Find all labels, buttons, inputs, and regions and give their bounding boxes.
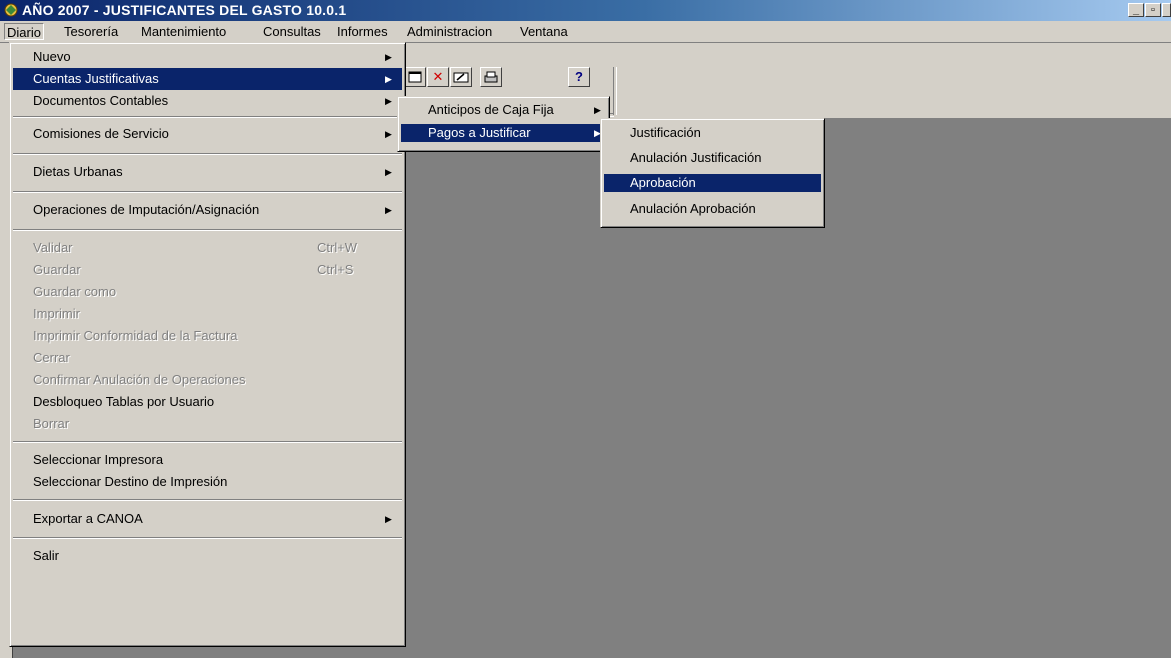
menu-item-label: Dietas Urbanas bbox=[33, 164, 123, 179]
menu-item-operaciones-imputacion[interactable]: Operaciones de Imputación/Asignación ▶ bbox=[13, 199, 402, 221]
submenu-arrow-icon: ▶ bbox=[385, 74, 392, 84]
menu-item-label: Comisiones de Servicio bbox=[33, 126, 169, 141]
window-tool-button[interactable] bbox=[404, 67, 426, 87]
menu-item-anulacion-aprobacion[interactable]: Anulación Aprobación bbox=[604, 200, 821, 218]
window-title: AÑO 2007 - JUSTIFICANTES DEL GASTO 10.0.… bbox=[22, 2, 347, 18]
menu-item-confirmar-anulacion[interactable]: Confirmar Anulación de Operaciones bbox=[13, 369, 402, 391]
menu-bar: Diario Tesorería Mantenimiento Consultas… bbox=[0, 21, 1171, 43]
menu-tesoreria[interactable]: Tesorería bbox=[62, 23, 120, 40]
print-tool-button[interactable] bbox=[480, 67, 502, 87]
menu-item-label: Guardar como bbox=[33, 284, 117, 299]
menu-item-pagos-a-justificar[interactable]: Pagos a Justificar ▶ bbox=[401, 124, 606, 142]
menu-item-label: Salir bbox=[33, 548, 60, 563]
menu-item-justificacion[interactable]: Justificación bbox=[604, 124, 821, 142]
menu-ventana[interactable]: Ventana bbox=[518, 23, 570, 40]
delete-tool-button[interactable]: ✕ bbox=[427, 67, 449, 87]
menu-item-label: Documentos Contables bbox=[33, 93, 169, 108]
menu-item-salir[interactable]: Salir bbox=[13, 545, 402, 567]
menu-item-guardar-como[interactable]: Guardar como bbox=[13, 281, 402, 303]
menu-item-nuevo[interactable]: Nuevo ▶ bbox=[13, 46, 402, 68]
menu-item-aprobacion[interactable]: Aprobación bbox=[604, 174, 821, 192]
menu-item-comisiones-de-servicio[interactable]: Comisiones de Servicio ▶ bbox=[13, 123, 402, 145]
menu-item-exportar-canoa[interactable]: Exportar a CANOA ▶ bbox=[13, 508, 402, 530]
menu-item-label: Imprimir bbox=[33, 306, 80, 321]
menu-item-label: Aprobación bbox=[630, 175, 696, 190]
menu-item-imprimir[interactable]: Imprimir bbox=[13, 303, 402, 325]
menu-item-label: Borrar bbox=[33, 416, 70, 431]
diario-menu: Nuevo ▶ Cuentas Justificativas ▶ Documen… bbox=[9, 42, 406, 647]
menu-separator bbox=[13, 499, 402, 501]
menu-diario[interactable]: Diario bbox=[4, 23, 44, 40]
edit-icon bbox=[453, 72, 469, 83]
menu-item-cerrar[interactable]: Cerrar bbox=[13, 347, 402, 369]
printer-icon bbox=[484, 71, 498, 83]
menu-item-label: Seleccionar Impresora bbox=[33, 452, 164, 467]
menu-item-label: Operaciones de Imputación/Asignación bbox=[33, 202, 260, 217]
submenu-arrow-icon: ▶ bbox=[385, 129, 392, 139]
menu-item-label: Seleccionar Destino de Impresión bbox=[33, 474, 228, 489]
menu-separator bbox=[13, 229, 402, 231]
minimize-button[interactable]: _ bbox=[1128, 3, 1144, 17]
menu-item-seleccionar-impresora[interactable]: Seleccionar Impresora bbox=[13, 449, 402, 471]
menu-item-desbloqueo-tablas[interactable]: Desbloqueo Tablas por Usuario bbox=[13, 391, 402, 413]
pagos-a-justificar-submenu: Justificación Anulación Justificación Ap… bbox=[600, 118, 825, 228]
window-icon bbox=[408, 71, 422, 83]
submenu-arrow-icon: ▶ bbox=[385, 514, 392, 524]
menu-separator bbox=[13, 153, 402, 155]
close-button[interactable] bbox=[1162, 3, 1171, 17]
submenu-arrow-icon: ▶ bbox=[385, 205, 392, 215]
title-bar: AÑO 2007 - JUSTIFICANTES DEL GASTO 10.0.… bbox=[0, 0, 1171, 21]
menu-item-label: Desbloqueo Tablas por Usuario bbox=[33, 394, 215, 409]
menu-item-anticipos-caja-fija[interactable]: Anticipos de Caja Fija ▶ bbox=[401, 101, 606, 119]
menu-item-dietas-urbanas[interactable]: Dietas Urbanas ▶ bbox=[13, 161, 402, 183]
menu-separator bbox=[13, 441, 402, 443]
menu-consultas[interactable]: Consultas bbox=[261, 23, 323, 40]
app-icon bbox=[4, 3, 18, 17]
cuentas-justificativas-submenu: Anticipos de Caja Fija ▶ Pagos a Justifi… bbox=[397, 96, 610, 152]
menu-item-cuentas-justificativas[interactable]: Cuentas Justificativas ▶ bbox=[13, 68, 402, 90]
submenu-arrow-icon: ▶ bbox=[385, 52, 392, 62]
menu-item-label: Nuevo bbox=[33, 49, 71, 64]
menu-item-documentos-contables[interactable]: Documentos Contables ▶ bbox=[13, 90, 402, 112]
menu-item-label: Anulación Aprobación bbox=[630, 201, 756, 216]
menu-separator bbox=[13, 116, 402, 118]
menu-item-imprimir-conformidad[interactable]: Imprimir Conformidad de la Factura bbox=[13, 325, 402, 347]
menu-item-label: Imprimir Conformidad de la Factura bbox=[33, 328, 238, 343]
menu-informes[interactable]: Informes bbox=[335, 23, 390, 40]
menu-item-guardar[interactable]: Guardar Ctrl+S bbox=[13, 259, 402, 281]
toolbar-separator bbox=[613, 67, 617, 115]
menu-item-label: Guardar bbox=[33, 262, 81, 277]
menu-item-anulacion-justificacion[interactable]: Anulación Justificación bbox=[604, 149, 821, 167]
edit-tool-button[interactable] bbox=[450, 67, 472, 87]
menu-item-validar[interactable]: Validar Ctrl+W bbox=[13, 237, 402, 259]
menu-separator bbox=[13, 537, 402, 539]
menu-item-label: Pagos a Justificar bbox=[428, 125, 531, 140]
menu-separator bbox=[13, 191, 402, 193]
submenu-arrow-icon: ▶ bbox=[385, 96, 392, 106]
shortcut-label: Ctrl+W bbox=[317, 240, 358, 255]
menu-mantenimiento[interactable]: Mantenimiento bbox=[139, 23, 228, 40]
submenu-arrow-icon: ▶ bbox=[594, 105, 601, 115]
restore-button[interactable]: ▫ bbox=[1145, 3, 1161, 17]
menu-item-label: Exportar a CANOA bbox=[33, 511, 143, 526]
menu-item-borrar[interactable]: Borrar bbox=[13, 413, 402, 435]
menu-item-label: Confirmar Anulación de Operaciones bbox=[33, 372, 246, 387]
help-tool-button[interactable]: ? bbox=[568, 67, 590, 87]
menu-item-seleccionar-destino[interactable]: Seleccionar Destino de Impresión bbox=[13, 471, 402, 493]
menu-item-label: Validar bbox=[33, 240, 73, 255]
menu-item-label: Anticipos de Caja Fija bbox=[428, 102, 554, 117]
submenu-arrow-icon: ▶ bbox=[385, 167, 392, 177]
menu-item-label: Cuentas Justificativas bbox=[33, 71, 159, 86]
shortcut-label: Ctrl+S bbox=[317, 262, 354, 277]
menu-item-label: Cerrar bbox=[33, 350, 70, 365]
menu-administracion[interactable]: Administracion bbox=[405, 23, 494, 40]
menu-item-label: Anulación Justificación bbox=[630, 150, 762, 165]
menu-item-label: Justificación bbox=[630, 125, 701, 140]
